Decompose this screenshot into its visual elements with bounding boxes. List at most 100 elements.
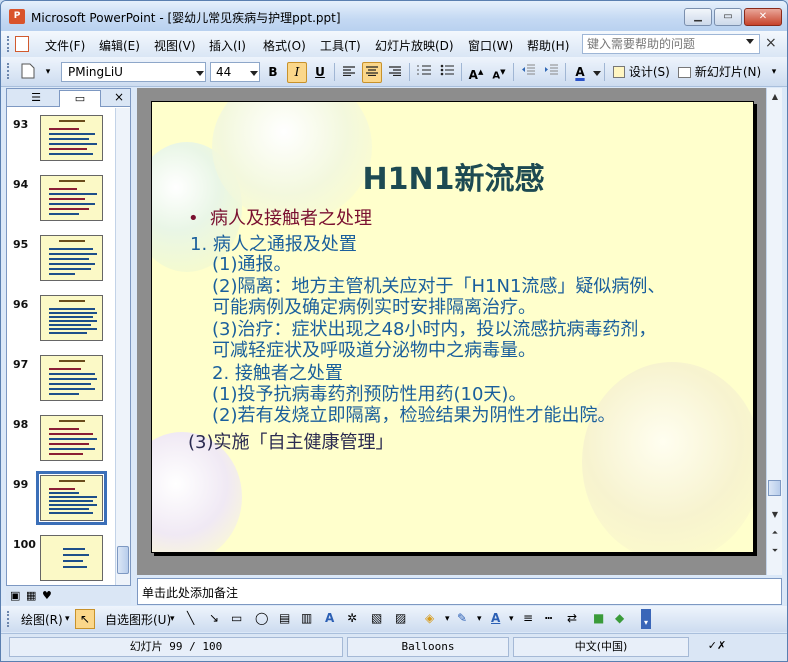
chevron-down-icon[interactable] <box>746 39 754 44</box>
toolbar-separator <box>334 63 335 81</box>
document-icon[interactable] <box>15 36 29 52</box>
increase-indent-icon[interactable] <box>541 62 561 83</box>
picture-icon[interactable]: ▨ <box>395 611 406 625</box>
italic-button[interactable]: I <box>287 62 307 83</box>
dash-style-icon[interactable]: ┅ <box>545 611 552 625</box>
slide-scrollbar[interactable]: ▲ ▼ ⏶ ⏷ <box>766 88 782 575</box>
line-style-icon[interactable]: ≡ <box>523 611 533 625</box>
diagram-icon[interactable]: ✲ <box>347 611 357 625</box>
scroll-up-icon[interactable]: ▲ <box>768 90 782 104</box>
slide-thumbnail[interactable]: 100 <box>7 535 114 585</box>
menu-tools[interactable]: 工具(T) <box>320 37 361 54</box>
underline-button[interactable]: U <box>310 62 330 83</box>
decrease-font-size-icon[interactable]: A▼ <box>489 62 509 83</box>
current-slide[interactable]: H1N1新流感 • 病人及接触者之处理 1. 病人之通报及处置 (1)通报。 (… <box>151 101 754 553</box>
chevron-down-icon[interactable] <box>250 71 258 76</box>
slide-thumbnail[interactable]: 96 <box>7 295 114 349</box>
chevron-down-icon[interactable] <box>593 71 601 76</box>
panel-scrollbar[interactable] <box>115 108 130 585</box>
new-slide-button[interactable]: 新幻灯片(N) <box>675 62 765 83</box>
chevron-down-icon[interactable]: ▾ <box>170 614 175 624</box>
increase-font-size-icon[interactable]: A▲ <box>466 62 486 83</box>
autoshapes-button[interactable]: 自选图形(U) <box>105 611 171 628</box>
slideshow-icon[interactable]: ♥ <box>42 589 52 602</box>
font-color-icon[interactable]: A <box>570 62 590 83</box>
toolbar-separator <box>565 63 566 81</box>
draw-menu-button[interactable]: 绘图(R) <box>21 611 63 628</box>
oval-tool-icon[interactable]: ◯ <box>255 611 268 625</box>
outline-tab-icon[interactable]: ☰ <box>15 90 57 107</box>
slide-thumbnail[interactable]: 97 <box>7 355 114 409</box>
menu-format[interactable]: 格式(O) <box>263 37 306 54</box>
panel-scrollbar-thumb[interactable] <box>117 546 129 574</box>
next-slide-icon[interactable]: ⏷ <box>768 544 782 558</box>
vertical-text-box-icon[interactable]: ▥ <box>301 611 312 625</box>
help-search-input[interactable]: 键入需要帮助的问题 <box>582 34 760 54</box>
numbering-icon[interactable] <box>414 62 434 83</box>
slide-sorter-icon[interactable]: ▦ <box>26 589 36 602</box>
line-color-icon[interactable]: ✎ <box>457 611 467 625</box>
spelling-status-icon[interactable]: ✓✗ <box>693 637 741 657</box>
menu-window[interactable]: 窗口(W) <box>468 37 513 54</box>
bold-button[interactable]: B <box>263 62 283 83</box>
scroll-down-icon[interactable]: ▼ <box>768 508 782 522</box>
toolbar-options-icon[interactable]: ▾ <box>641 609 651 629</box>
restore-icon[interactable]: ▭ <box>714 8 742 26</box>
powerpoint-app-icon[interactable]: P <box>9 9 25 24</box>
toolbar-options-icon[interactable]: ▾ <box>41 62 55 83</box>
slide-scrollbar-thumb[interactable] <box>768 480 781 496</box>
select-pointer-icon[interactable]: ↖ <box>75 609 95 629</box>
font-name-select[interactable]: PMingLiU <box>61 62 206 82</box>
align-right-icon[interactable] <box>385 62 405 83</box>
chevron-down-icon[interactable]: ▾ <box>509 614 514 624</box>
toolbar-options-icon[interactable]: ▾ <box>767 62 781 83</box>
chevron-down-icon[interactable] <box>196 71 204 76</box>
text-box-icon[interactable]: ▤ <box>279 611 290 625</box>
3d-style-icon[interactable]: ◆ <box>615 611 624 625</box>
close-icon[interactable]: ✕ <box>744 8 782 26</box>
rectangle-tool-icon[interactable]: ▭ <box>231 611 242 625</box>
line-tool-icon[interactable]: ╲ <box>187 611 194 625</box>
slide-thumbnail[interactable]: 94 <box>7 175 114 229</box>
menu-insert[interactable]: 插入(I) <box>209 37 246 54</box>
slide-thumbnail[interactable]: 93 <box>7 115 114 169</box>
toolbar-grip[interactable] <box>7 63 11 79</box>
menu-view[interactable]: 视图(V) <box>154 37 196 54</box>
document-close-icon[interactable]: × <box>765 35 777 51</box>
design-button[interactable]: 设计(S) <box>610 62 674 83</box>
arrow-tool-icon[interactable]: ↘ <box>209 611 219 625</box>
normal-view-icon[interactable]: ▣ <box>10 589 20 602</box>
wordart-icon[interactable]: A <box>325 611 334 625</box>
align-left-icon[interactable] <box>339 62 359 83</box>
menu-help[interactable]: 帮助(H) <box>527 37 569 54</box>
slide-thumbnail-selected[interactable]: 99 <box>7 471 114 529</box>
fill-color-icon[interactable]: ◈ <box>425 611 434 625</box>
arrow-style-icon[interactable]: ⇄ <box>567 611 577 625</box>
clip-art-icon[interactable]: ▧ <box>371 611 382 625</box>
previous-slide-icon[interactable]: ⏶ <box>768 526 782 540</box>
toolbar-grip[interactable] <box>7 36 11 52</box>
font-color-icon[interactable]: A <box>491 611 500 625</box>
slide-title[interactable]: H1N1新流感 <box>152 154 753 198</box>
minimize-icon[interactable]: ▁ <box>684 8 712 26</box>
slide-thumbnail-image <box>40 295 103 341</box>
bullets-icon[interactable] <box>437 62 457 83</box>
notes-pane[interactable]: 单击此处添加备注 <box>137 578 782 605</box>
toolbar-grip[interactable] <box>7 611 11 627</box>
slides-tab-icon[interactable]: ▭ <box>59 90 101 107</box>
chevron-down-icon[interactable]: ▾ <box>445 614 450 624</box>
align-center-icon[interactable] <box>362 62 382 83</box>
chevron-down-icon[interactable]: ▾ <box>65 614 70 624</box>
chevron-down-icon[interactable]: ▾ <box>477 614 482 624</box>
panel-close-icon[interactable]: × <box>114 89 124 106</box>
new-slide-label: 新幻灯片(N) <box>694 65 762 79</box>
shadow-style-icon[interactable]: ■ <box>593 611 604 625</box>
menu-slideshow[interactable]: 幻灯片放映(D) <box>375 37 454 54</box>
new-document-icon[interactable] <box>17 62 39 83</box>
decrease-indent-icon[interactable] <box>518 62 538 83</box>
slide-number: 96 <box>13 298 29 311</box>
slide-thumbnail[interactable]: 98 <box>7 415 114 469</box>
slide-thumbnail[interactable]: 95 <box>7 235 114 289</box>
menu-edit[interactable]: 编辑(E) <box>99 37 140 54</box>
menu-file[interactable]: 文件(F) <box>45 37 85 54</box>
